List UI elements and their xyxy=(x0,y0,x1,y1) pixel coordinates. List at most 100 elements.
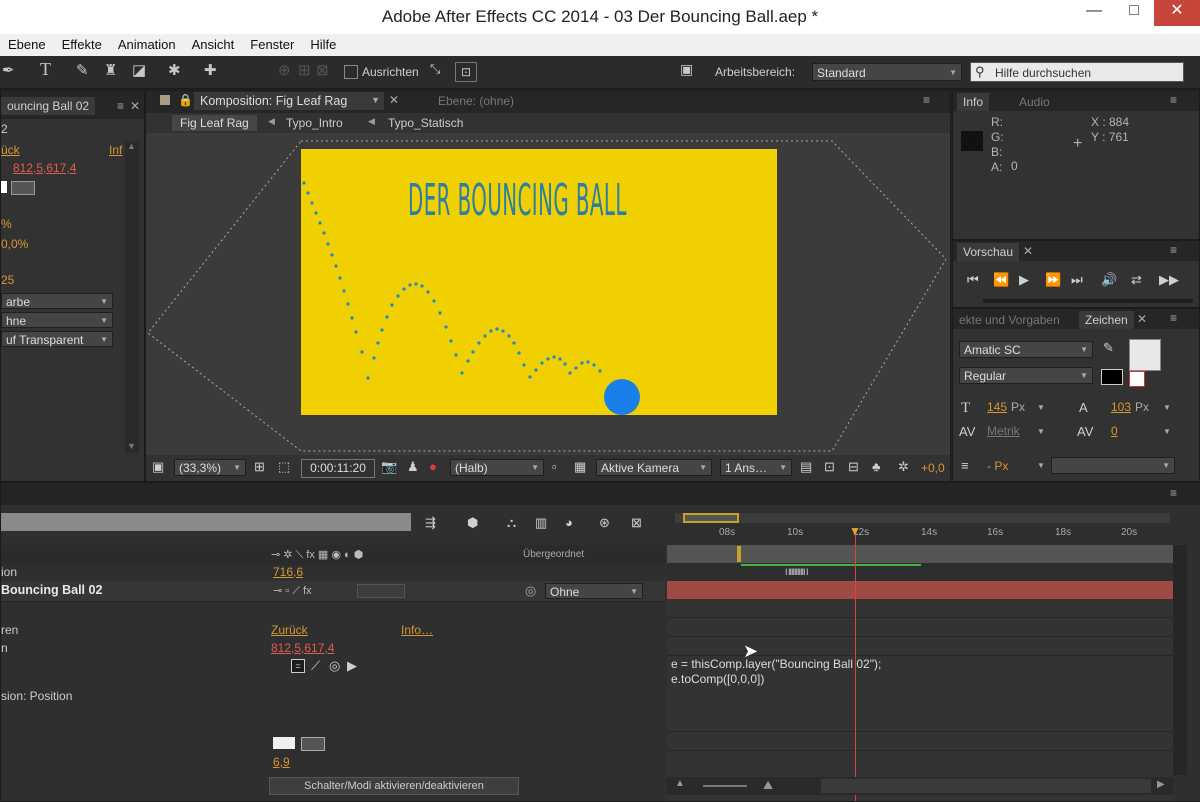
layer-switches-icons[interactable]: ⊸ ▫ ⟋ fx xyxy=(273,584,312,598)
reset-link[interactable]: Zurück xyxy=(271,623,308,637)
toggle-pixel-icon[interactable]: ▤ xyxy=(800,460,812,474)
panel-menu-icon[interactable]: ≡ xyxy=(1170,243,1177,257)
keyframe-markers[interactable]: I IIIIIIIIIII I xyxy=(785,567,808,577)
brainstorm-icon[interactable]: ⊛ xyxy=(599,516,610,530)
eraser-tool-icon[interactable]: ◪ xyxy=(132,61,146,79)
layer-name[interactable]: Bouncing Ball 02 xyxy=(1,583,102,597)
expression-pickwhip-icon[interactable]: ◎ xyxy=(329,659,340,673)
scale-value[interactable]: % xyxy=(1,217,12,231)
comp-tab[interactable]: Komposition: Fig Leaf Rag ▼ xyxy=(194,92,384,110)
play-icon[interactable]: ▶ xyxy=(1019,273,1029,287)
chevron-down-icon[interactable]: ▼ xyxy=(1163,427,1171,436)
switches-modes-toggle-button[interactable]: Schalter/Modi aktivieren/deaktivieren xyxy=(269,777,519,795)
table-row[interactable]: Bouncing Ball 02 ⊸ ▫ ⟋ fx ◎ Ohne xyxy=(1,581,665,601)
tab-preview[interactable]: Vorschau xyxy=(957,243,1020,261)
position-value[interactable]: 812,5,617,4 xyxy=(271,641,334,655)
close-icon[interactable]: ✕ xyxy=(1137,312,1147,326)
effect-controls-tab[interactable]: ouncing Ball 02 xyxy=(1,97,96,115)
axis-world-icon[interactable]: ⊞ xyxy=(298,61,311,79)
always-preview-icon[interactable]: ▣ xyxy=(152,460,164,474)
align-checkbox[interactable] xyxy=(344,65,358,79)
eyedropper-button[interactable] xyxy=(301,737,325,751)
first-frame-icon[interactable]: ⏮ xyxy=(967,273,979,287)
exposure-value[interactable]: +0,0 xyxy=(921,461,945,475)
text-tool-icon[interactable]: T xyxy=(40,59,51,80)
maximize-button[interactable]: □ xyxy=(1114,0,1154,26)
work-area-bar[interactable] xyxy=(675,513,1170,523)
position-x-value[interactable]: 716,6 xyxy=(273,565,303,579)
axis-view-icon[interactable]: ⊠ xyxy=(316,61,329,79)
panel-menu-icon[interactable]: ≡ xyxy=(923,93,930,107)
pen-tool-icon[interactable]: ✒ xyxy=(2,61,15,79)
chevron-down-icon[interactable]: ▼ xyxy=(1163,403,1171,412)
expression-line-2[interactable]: e.toComp([0,0,0]) xyxy=(671,672,764,686)
snapping-toggle-icon[interactable]: ⊡ xyxy=(455,62,477,82)
fit-icon[interactable]: ⊞ xyxy=(254,460,265,474)
scroll-down-icon[interactable]: ▼ xyxy=(127,441,136,451)
previous-frame-icon[interactable]: ⏪ xyxy=(993,273,1009,287)
zoom-in-icon[interactable]: ⛰ xyxy=(763,778,773,793)
in-point-marker[interactable] xyxy=(737,546,741,562)
safe-zones-icon[interactable]: ⬚ xyxy=(278,460,290,474)
flowchart-icon[interactable]: ♣ xyxy=(872,460,881,474)
zoom-out-icon[interactable]: ▲ xyxy=(675,778,685,789)
blend-dropdown-2[interactable]: hne xyxy=(1,312,113,329)
black-swatch[interactable] xyxy=(1101,369,1123,385)
exposure-icon[interactable]: ✲ xyxy=(898,460,909,474)
timeline-zoom-bar[interactable]: ▲ ⛰ ▶ xyxy=(667,777,1173,795)
expression-language-menu-icon[interactable]: ▶ xyxy=(347,659,357,673)
snap-icon[interactable]: ⤡ xyxy=(430,61,440,77)
lock-icon[interactable]: 🔒 xyxy=(178,93,193,107)
blend-dropdown-1[interactable]: arbe xyxy=(1,293,113,310)
panel-menu-icon[interactable]: ≡ xyxy=(1170,311,1177,325)
close-icon[interactable]: ✕ xyxy=(1023,244,1033,258)
layer-duration-bar[interactable] xyxy=(667,581,1173,599)
kerning-value[interactable]: Metrik xyxy=(987,424,1020,438)
snapshot-icon[interactable]: 📷 xyxy=(381,460,397,474)
puppet-pin-icon[interactable]: ✚ xyxy=(204,61,217,79)
navigator-range[interactable] xyxy=(683,513,739,523)
timecode-field[interactable]: 0:00:11:20 xyxy=(301,459,375,478)
expression-line-1[interactable]: e = thisComp.layer("Bouncing Ball 02"); xyxy=(671,657,881,671)
eyedropper-icon[interactable]: ✎ xyxy=(1103,341,1114,355)
opacity-value[interactable]: 25 xyxy=(1,273,14,287)
draft-3d-icon[interactable]: ⬢ xyxy=(467,516,478,530)
playhead-icon[interactable]: ▼ xyxy=(849,524,861,538)
close-icon[interactable]: ✕ xyxy=(130,99,140,113)
roto-brush-icon[interactable]: ✱ xyxy=(168,61,181,79)
menu-animation[interactable]: Animation xyxy=(110,34,184,56)
last-frame-icon[interactable]: ⏭ xyxy=(1071,273,1083,287)
menu-fenster[interactable]: Fenster xyxy=(242,34,302,56)
stroke-mode-dropdown[interactable] xyxy=(1051,457,1175,474)
zoom-slider[interactable] xyxy=(703,785,747,787)
hide-shy-icon[interactable]: ⛬ xyxy=(507,516,516,530)
chevron-down-icon[interactable]: ▼ xyxy=(1037,461,1045,470)
minimize-button[interactable]: — xyxy=(1074,0,1114,26)
stroke-width-value[interactable]: - Px xyxy=(987,459,1008,473)
frame-blending-icon[interactable]: ▥ xyxy=(535,516,547,530)
scroll-right-icon[interactable]: ▶ xyxy=(1157,779,1165,790)
graph-editor-icon[interactable]: ⊠ xyxy=(631,516,642,530)
time-ruler[interactable]: 08s 10s 12s 14s 16s 18s 20s xyxy=(667,525,1173,543)
info-link[interactable]: Inf xyxy=(109,143,122,157)
zoom-dropdown[interactable]: (33,3%) xyxy=(174,459,246,476)
resolution-dropdown[interactable]: (Halb) xyxy=(450,459,544,476)
workspace-dropdown[interactable]: Standard xyxy=(812,63,962,82)
chevron-down-icon[interactable]: ▼ xyxy=(1037,403,1045,412)
fast-preview-icon[interactable]: ⊡ xyxy=(824,460,835,474)
axis-local-icon[interactable]: ⊕ xyxy=(278,61,291,79)
region-of-interest-icon[interactable]: ▫ xyxy=(552,460,557,474)
next-frame-icon[interactable]: ⏩ xyxy=(1045,273,1061,287)
font-size-value[interactable]: 145 xyxy=(987,400,1007,414)
font-style-dropdown[interactable]: Regular xyxy=(959,367,1093,384)
parent-dropdown[interactable]: Ohne xyxy=(545,583,643,600)
pickwhip-icon[interactable]: ◎ xyxy=(525,584,536,598)
chevron-down-icon[interactable]: ▼ xyxy=(371,95,380,105)
brush-tool-icon[interactable]: ✎ xyxy=(76,61,89,79)
breadcrumb-typo-intro[interactable]: Typo_Intro xyxy=(286,116,343,130)
menu-hilfe[interactable]: Hilfe xyxy=(302,34,344,56)
tracking-value[interactable]: 0 xyxy=(1111,424,1118,438)
blend-dropdown-3[interactable]: uf Transparent xyxy=(1,331,113,348)
font-family-dropdown[interactable]: Amatic SC xyxy=(959,341,1093,358)
color-swatch[interactable] xyxy=(1,181,7,193)
